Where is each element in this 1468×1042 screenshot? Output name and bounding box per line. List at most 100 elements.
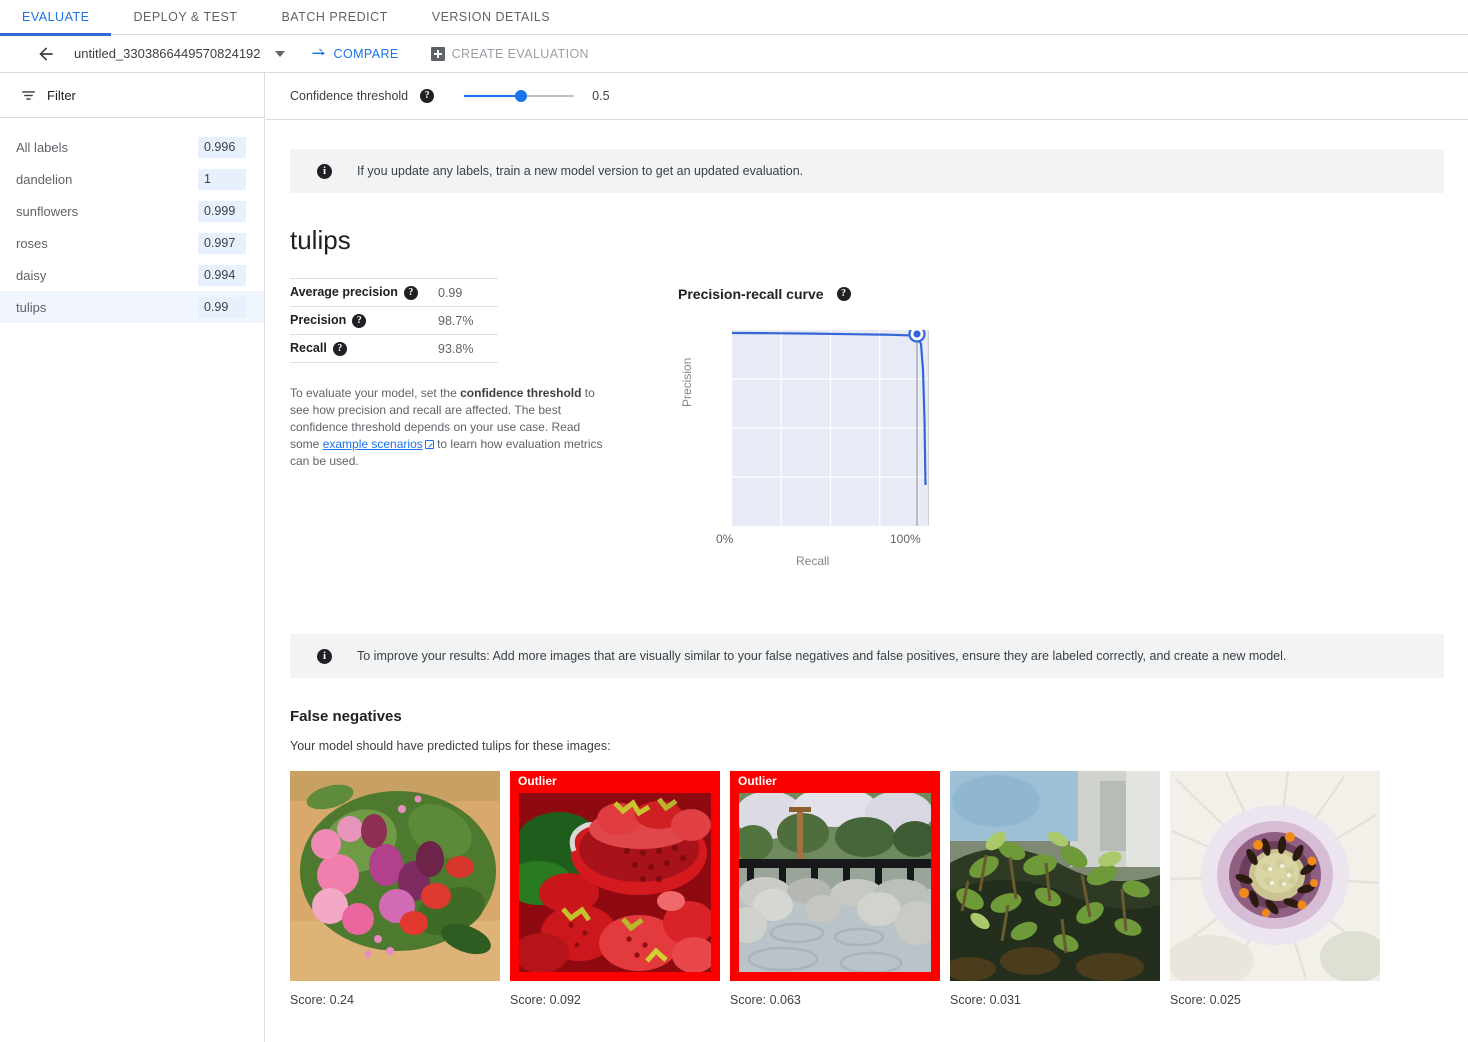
labels-sidebar: Filter All labels 0.996 dandelion 1 sunf…	[0, 73, 265, 1042]
table-row: Recall? 93.8%	[290, 334, 498, 363]
thumbnail-white-daisy[interactable]	[1170, 771, 1380, 981]
metric-label: Recall	[290, 341, 327, 356]
tab-batch-predict[interactable]: BATCH PREDICT	[259, 0, 409, 35]
false-negatives-title: False negatives	[290, 708, 402, 725]
tab-evaluate-label: EVALUATE	[22, 10, 90, 24]
list-item[interactable]: Outlier	[510, 771, 720, 1007]
thumbnail-image	[519, 793, 711, 972]
confidence-threshold-slider[interactable]	[464, 88, 575, 104]
sidebar-item-roses[interactable]: roses 0.997	[0, 227, 264, 259]
tab-deploy-test-label: DEPLOY & TEST	[133, 10, 238, 24]
thumbnail-score: Score: 0.063	[730, 993, 801, 1007]
thumbnail-bouquet[interactable]	[290, 771, 500, 981]
label-name: sunflowers	[16, 203, 79, 219]
metric-value: 93.8%	[430, 334, 498, 363]
tab-evaluate[interactable]: EVALUATE	[0, 0, 112, 36]
help-icon[interactable]: ?	[420, 89, 435, 103]
chart-y-axis-label: Precision	[680, 357, 694, 407]
metric-value: 0.99	[430, 278, 498, 307]
create-evaluation-label: CREATE EVALUATION	[451, 46, 589, 61]
info-icon: i	[317, 648, 332, 664]
label-name: All labels	[16, 139, 69, 155]
outlier-badge: Outlier	[738, 774, 777, 788]
info-icon: i	[317, 163, 332, 179]
thumbnail-image	[290, 771, 500, 981]
false-negatives-gallery: Score: 0.24 Outlier Score: 0.092 Outlier…	[290, 771, 1468, 1007]
sidebar-item-all-labels[interactable]: All labels 0.996	[0, 131, 264, 163]
chart-x-tick-min: 0%	[716, 532, 734, 546]
arrow-back-icon[interactable]	[33, 41, 59, 67]
sidebar-item-tulips[interactable]: tulips 0.99	[0, 291, 264, 323]
page-title: tulips	[290, 225, 351, 255]
confidence-threshold-value: 0.5	[592, 89, 610, 103]
sidebar-item-daisy[interactable]: daisy 0.994	[0, 259, 264, 291]
metrics-and-chart: Average precision? 0.99 Precision? 98.7%…	[266, 278, 1468, 612]
desc-bold: confidence threshold	[460, 386, 582, 400]
external-link-icon	[424, 440, 434, 449]
table-row: Precision? 98.7%	[290, 306, 498, 335]
label-score: 0.996	[198, 136, 246, 158]
label-name: daisy	[16, 267, 47, 283]
thumbnail-sprouts[interactable]	[950, 771, 1160, 981]
example-scenarios-link[interactable]: example scenarios	[323, 437, 423, 451]
help-icon[interactable]: ?	[332, 341, 347, 356]
label-score: 1	[198, 168, 246, 190]
chart-x-tick-max: 100%	[890, 532, 921, 546]
metrics-description: To evaluate your model, set the confiden…	[290, 385, 610, 470]
compare-button[interactable]: COMPARE	[311, 46, 399, 62]
help-icon[interactable]: ?	[836, 287, 851, 301]
update-labels-banner: i If you update any labels, train a new …	[290, 149, 1444, 193]
list-item[interactable]: Outlier	[730, 771, 940, 1007]
help-icon[interactable]: ?	[352, 313, 367, 328]
list-item[interactable]: Score: 0.031	[950, 771, 1160, 1007]
thumbnail-japanese-garden[interactable]: Outlier	[730, 771, 940, 981]
chevron-down-icon[interactable]	[274, 50, 285, 57]
desc-part1: To evaluate your model, set the	[290, 386, 461, 400]
plus-square-icon	[430, 46, 445, 61]
tab-batch-predict-label: BATCH PREDICT	[281, 10, 388, 24]
metric-label-cell: Precision?	[290, 306, 430, 335]
compare-arrow-icon	[311, 48, 325, 55]
improve-results-banner-text: To improve your results: Add more images…	[357, 649, 1287, 663]
chart-title-row: Precision-recall curve ?	[678, 286, 1008, 302]
table-row: Average precision? 0.99	[290, 278, 498, 307]
metrics-table: Average precision? 0.99 Precision? 98.7%…	[290, 278, 498, 363]
sidebar-item-sunflowers[interactable]: sunflowers 0.999	[0, 195, 264, 227]
metric-label-cell: Average precision?	[290, 278, 430, 307]
thumbnail-strawberries[interactable]: Outlier	[510, 771, 720, 981]
list-item[interactable]: Score: 0.24	[290, 771, 500, 1007]
outlier-badge: Outlier	[518, 774, 557, 788]
confidence-threshold-bar: Confidence threshold ? 0.5	[266, 73, 1468, 120]
sidebar-item-dandelion[interactable]: dandelion 1	[0, 163, 264, 195]
filter-label: Filter	[47, 87, 76, 103]
thumbnail-score: Score: 0.092	[510, 993, 581, 1007]
label-score: 0.997	[198, 232, 246, 254]
tab-deploy-test[interactable]: DEPLOY & TEST	[111, 0, 259, 35]
metric-label: Average precision	[290, 285, 398, 300]
slider-track-filled	[464, 95, 522, 97]
improve-results-banner: i To improve your results: Add more imag…	[290, 634, 1444, 678]
tab-version-details[interactable]: VERSION DETAILS	[410, 0, 572, 35]
help-icon[interactable]: ?	[403, 285, 418, 300]
confidence-threshold-label: Confidence threshold	[290, 89, 409, 103]
label-score: 0.994	[198, 264, 246, 286]
update-labels-banner-text: If you update any labels, train a new mo…	[357, 164, 804, 178]
slider-thumb[interactable]	[515, 90, 528, 102]
metric-label: Precision	[290, 313, 347, 328]
thumbnail-score: Score: 0.24	[290, 993, 354, 1007]
create-evaluation-button[interactable]: CREATE EVALUATION	[430, 46, 589, 61]
evaluation-main-panel: i If you update any labels, train a new …	[266, 120, 1468, 1042]
threshold-marker-dot[interactable]	[913, 330, 921, 338]
metric-label-cell: Recall?	[290, 334, 430, 363]
chart-plot-wrapper: Precision 0% 100% Recall	[678, 322, 978, 612]
thumbnail-image	[739, 793, 931, 972]
false-negatives-subtitle: Your model should have predicted tulips …	[290, 739, 611, 753]
filter-button[interactable]: Filter	[0, 73, 264, 118]
label-score: 0.999	[198, 200, 246, 222]
thumbnail-score: Score: 0.025	[1170, 993, 1241, 1007]
metric-value: 98.7%	[430, 306, 498, 335]
main-tab-bar: EVALUATE DEPLOY & TEST BATCH PREDICT VER…	[0, 0, 1468, 36]
compare-button-label: COMPARE	[333, 46, 399, 61]
list-item[interactable]: Score: 0.025	[1170, 771, 1380, 1007]
chart-x-axis-label: Recall	[796, 554, 830, 568]
